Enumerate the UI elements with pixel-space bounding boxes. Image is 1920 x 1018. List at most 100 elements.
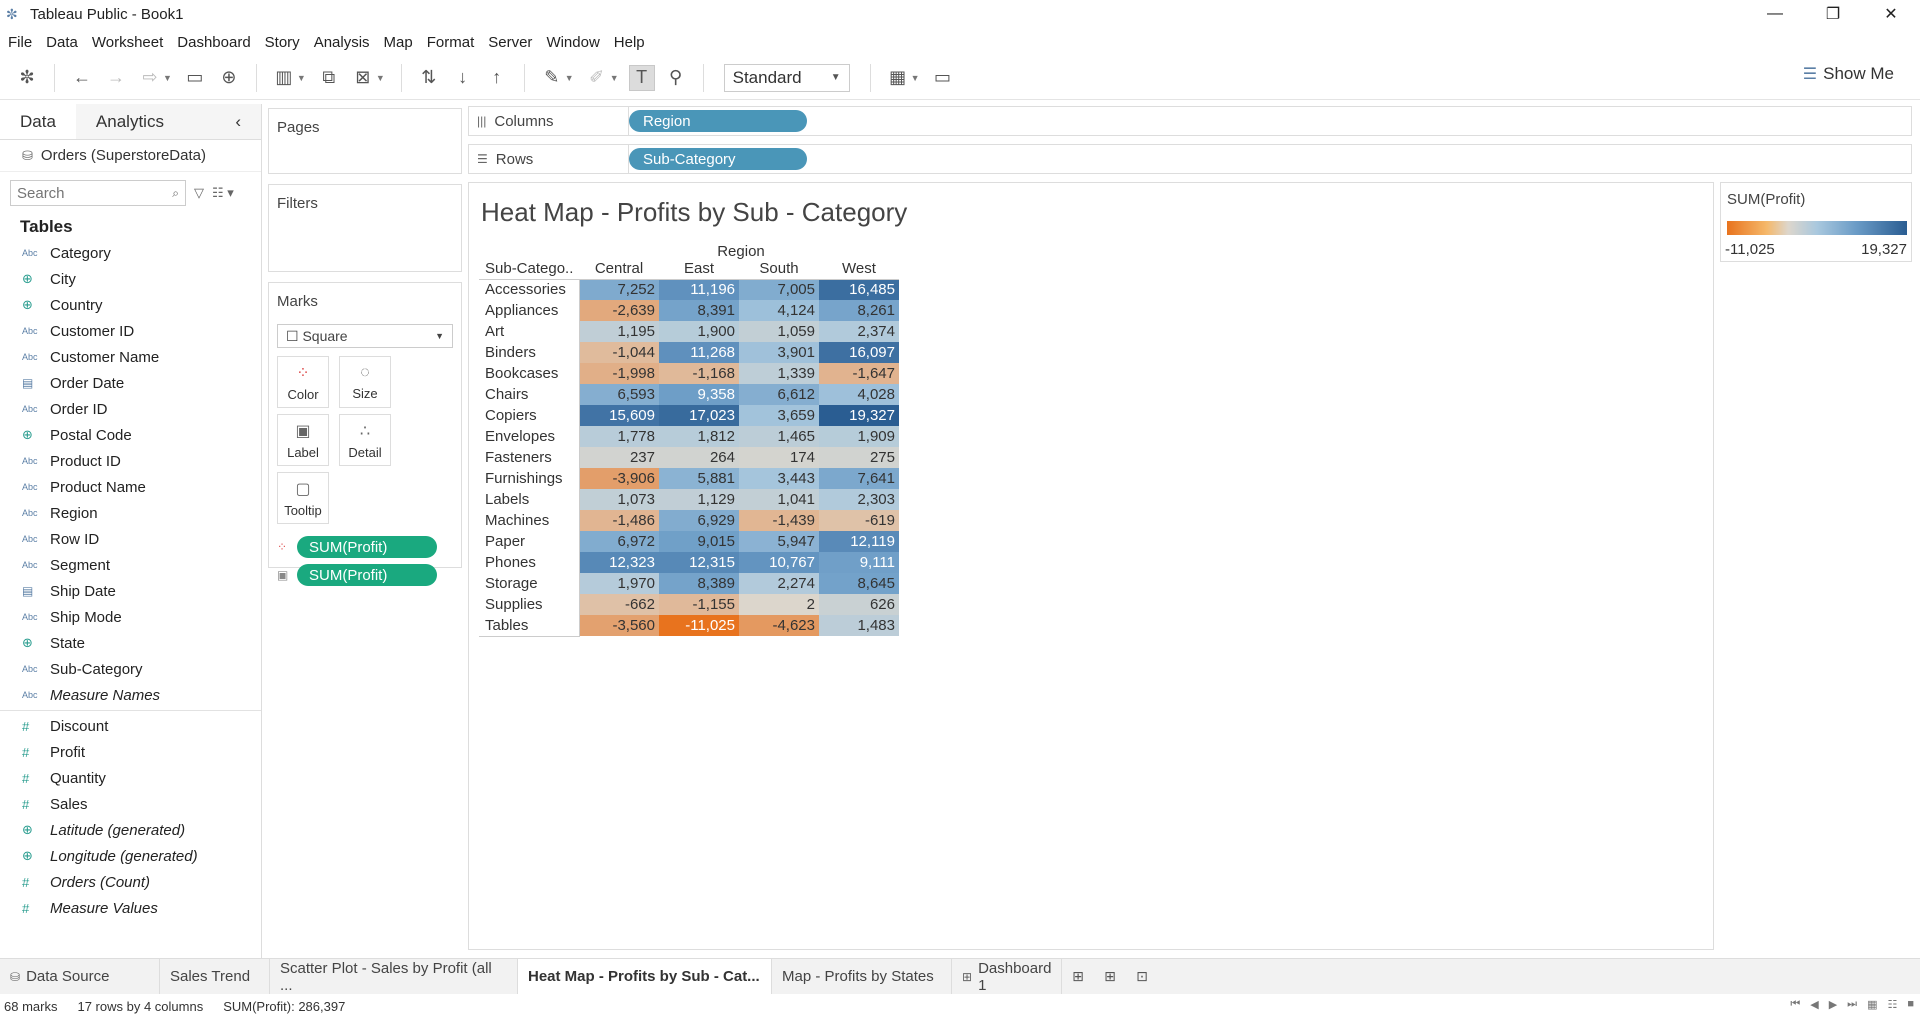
heatmap-cell[interactable]: 4,028 — [819, 384, 899, 405]
heatmap-cell[interactable]: 626 — [819, 594, 899, 615]
undo-icon[interactable]: ← — [69, 65, 95, 91]
duplicate-icon[interactable]: ⧉ — [316, 65, 342, 91]
close-button[interactable]: ✕ — [1862, 0, 1920, 28]
menu-analysis[interactable]: Analysis — [314, 34, 370, 51]
sheet-tab[interactable]: Heat Map - Profits by Sub - Cat... — [518, 958, 772, 995]
search-input[interactable] — [17, 184, 157, 202]
field-measure-names[interactable]: Abc Measure Names — [0, 682, 261, 708]
heatmap-cell[interactable]: 6,929 — [659, 510, 739, 531]
field-ship-date[interactable]: ▤ Ship Date — [0, 578, 261, 604]
color-button[interactable]: ⁘ Color — [277, 356, 329, 408]
menu-file[interactable]: File — [8, 34, 32, 51]
heatmap-cell[interactable]: 1,900 — [659, 321, 739, 342]
heatmap-cell[interactable]: 19,327 — [819, 405, 899, 426]
heatmap-cell[interactable]: 3,659 — [739, 405, 819, 426]
profit-label-pill[interactable]: SUM(Profit) — [297, 564, 437, 586]
heatmap-cell[interactable]: 6,612 — [739, 384, 819, 405]
tabs-view-icon[interactable]: ■ — [1907, 998, 1914, 1011]
heatmap-cell[interactable]: -662 — [579, 594, 659, 615]
heatmap-cell[interactable]: 264 — [659, 447, 739, 468]
menu-help[interactable]: Help — [614, 34, 645, 51]
field-city[interactable]: ⊕ City — [0, 266, 261, 292]
heatmap-cell[interactable]: 7,005 — [739, 279, 819, 300]
sub-category-pill[interactable]: Sub-Category — [629, 148, 807, 170]
show-labels-icon[interactable]: T — [628, 64, 655, 91]
presentation-icon[interactable]: ▭ — [930, 65, 956, 91]
heatmap-cell[interactable]: 2,274 — [739, 573, 819, 594]
highlight-icon[interactable]: ✎ — [539, 65, 565, 91]
heatmap-cell[interactable]: -1,486 — [579, 510, 659, 531]
field-quantity[interactable]: # Quantity — [0, 765, 261, 791]
swap-icon[interactable]: ⇅ — [416, 65, 442, 91]
tooltip-button[interactable]: ▢ Tooltip — [277, 472, 329, 524]
heatmap-cell[interactable]: -1,168 — [659, 363, 739, 384]
restore-button[interactable]: ❐ — [1804, 0, 1862, 28]
menu-map[interactable]: Map — [384, 34, 413, 51]
heatmap-cell[interactable]: 16,097 — [819, 342, 899, 363]
heatmap-cell[interactable]: 1,909 — [819, 426, 899, 447]
sheet-tab[interactable]: Scatter Plot - Sales by Profit (all ... — [270, 958, 518, 995]
sheet-tab[interactable]: Map - Profits by States — [772, 958, 952, 995]
highlight-dropdown[interactable]: ▼ — [565, 73, 574, 83]
heatmap-cell[interactable]: -1,998 — [579, 363, 659, 384]
heatmap-cell[interactable]: 1,778 — [579, 426, 659, 447]
heatmap-cell[interactable]: 1,465 — [739, 426, 819, 447]
color-legend[interactable]: SUM(Profit) -11,025 19,327 — [1720, 182, 1912, 262]
heatmap-cell[interactable]: -1,044 — [579, 342, 659, 363]
heatmap-cell[interactable]: 12,315 — [659, 552, 739, 573]
sheet-tab[interactable]: ⊞ Dashboard 1 — [952, 958, 1062, 995]
heatmap-cell[interactable]: 6,972 — [579, 531, 659, 552]
fix-axes-icon[interactable]: ⚲ — [663, 65, 689, 91]
field-customer-name[interactable]: Abc Customer Name — [0, 344, 261, 370]
heatmap-cell[interactable]: 8,645 — [819, 573, 899, 594]
sheet-tab[interactable]: Sales Trend — [160, 958, 270, 995]
sheet-sorter-icon[interactable]: ▦ — [1867, 998, 1877, 1011]
heatmap-cell[interactable]: 9,111 — [819, 552, 899, 573]
heatmap-cell[interactable]: 15,609 — [579, 405, 659, 426]
heatmap-cell[interactable]: 2,303 — [819, 489, 899, 510]
show-me-button[interactable]: ☰ Show Me — [1803, 64, 1894, 84]
heatmap-cell[interactable]: 1,041 — [739, 489, 819, 510]
menu-window[interactable]: Window — [546, 34, 599, 51]
field-order-id[interactable]: Abc Order ID — [0, 396, 261, 422]
new-worksheet-tab-icon[interactable]: ⊞ — [1062, 959, 1094, 995]
field-state[interactable]: ⊕ State — [0, 630, 261, 656]
heatmap-cell[interactable]: 12,119 — [819, 531, 899, 552]
menu-worksheet[interactable]: Worksheet — [92, 34, 163, 51]
tableau-home-icon[interactable]: ✼ — [14, 65, 40, 91]
field-country[interactable]: ⊕ Country — [0, 292, 261, 318]
new-worksheet-dropdown[interactable]: ▼ — [297, 73, 306, 83]
heatmap-cell[interactable]: 7,641 — [819, 468, 899, 489]
search-box[interactable]: ⌕ — [10, 180, 186, 206]
mark-type-select[interactable]: ☐ Square ▼ — [277, 324, 453, 348]
save-icon[interactable]: ▭ — [182, 65, 208, 91]
heatmap-cell[interactable]: 5,947 — [739, 531, 819, 552]
menu-server[interactable]: Server — [488, 34, 532, 51]
clear-sheet-icon[interactable]: ⊠ — [350, 65, 376, 91]
redo-icon[interactable]: → — [103, 65, 129, 91]
heatmap-cell[interactable]: 16,485 — [819, 279, 899, 300]
heatmap-cell[interactable]: 10,767 — [739, 552, 819, 573]
heatmap-cell[interactable]: 11,268 — [659, 342, 739, 363]
tab-analytics[interactable]: Analytics ‹ — [75, 104, 261, 139]
field-measure-values[interactable]: # Measure Values — [0, 895, 261, 921]
field-sales[interactable]: # Sales — [0, 791, 261, 817]
heatmap-cell[interactable]: -2,639 — [579, 300, 659, 321]
datasource-item[interactable]: ⛁ Orders (SuperstoreData) — [0, 140, 261, 172]
heatmap-cell[interactable]: 8,261 — [819, 300, 899, 321]
replay-dropdown[interactable]: ▼ — [163, 73, 172, 83]
heatmap-cell[interactable]: 1,483 — [819, 615, 899, 636]
tab-data-source[interactable]: ⛁ Data Source — [0, 958, 160, 995]
filters-shelf[interactable]: Filters — [268, 184, 462, 272]
field-orders-count[interactable]: # Orders (Count) — [0, 869, 261, 895]
menu-dashboard[interactable]: Dashboard — [177, 34, 250, 51]
field-profit[interactable]: # Profit — [0, 739, 261, 765]
collapse-pane-icon[interactable]: ‹ — [235, 112, 241, 131]
group-icon[interactable]: ✐ — [584, 65, 610, 91]
heatmap-cell[interactable]: -3,906 — [579, 468, 659, 489]
heatmap-cell[interactable]: -4,623 — [739, 615, 819, 636]
heatmap-cell[interactable]: 3,443 — [739, 468, 819, 489]
menu-data[interactable]: Data — [46, 34, 78, 51]
heatmap-cell[interactable]: 1,129 — [659, 489, 739, 510]
field-discount[interactable]: # Discount — [0, 713, 261, 739]
